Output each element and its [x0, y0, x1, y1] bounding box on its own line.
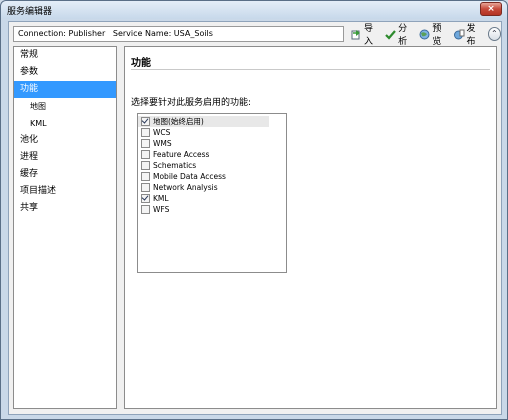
capability-label: Mobile Data Access: [153, 172, 226, 181]
page-title: 功能: [131, 58, 151, 69]
checkbox-wms[interactable]: [141, 139, 150, 148]
import-button[interactable]: 导入: [351, 24, 380, 47]
capability-item-wfs[interactable]: WFS: [138, 204, 286, 215]
checkbox-feature-access[interactable]: [141, 150, 150, 159]
capabilities-list: 地图(始终启用) WCS WMS Feature Access Schemati…: [137, 113, 287, 273]
connection-field[interactable]: Connection: Publisher Service Name: USA_…: [13, 26, 344, 42]
sidebar: 常规 参数 功能 地图 KML 池化 进程 缓存 项目描述 共享: [13, 46, 117, 409]
checkbox-network-analysis[interactable]: [141, 183, 150, 192]
analyze-button[interactable]: 分析: [385, 24, 414, 47]
sidebar-item-kml[interactable]: KML: [14, 115, 116, 132]
capability-item-mobile-data-access[interactable]: Mobile Data Access: [138, 171, 286, 182]
publish-label: 发布: [466, 24, 476, 47]
title-bar[interactable]: 服务编辑器 ×: [1, 1, 507, 19]
sidebar-item-map[interactable]: 地图: [14, 98, 116, 115]
capabilities-prompt: 选择要针对此服务启用的功能:: [131, 98, 252, 108]
preview-label: 预览: [432, 24, 442, 47]
sidebar-item-capabilities[interactable]: 功能: [14, 81, 116, 98]
sidebar-item-pooling[interactable]: 池化: [14, 132, 116, 149]
heading-divider: [131, 69, 490, 70]
capability-label: Network Analysis: [153, 183, 218, 192]
capability-item-map[interactable]: 地图(始终启用): [138, 116, 269, 127]
checkbox-wfs[interactable]: [141, 205, 150, 214]
analyze-label: 分析: [398, 24, 408, 47]
checkbox-kml[interactable]: [141, 194, 150, 203]
checkbox-wcs[interactable]: [141, 128, 150, 137]
checkbox-schematics[interactable]: [141, 161, 150, 170]
checkbox-mobile-data-access[interactable]: [141, 172, 150, 181]
capability-item-wms[interactable]: WMS: [138, 138, 286, 149]
window-title: 服务编辑器: [7, 7, 53, 17]
capability-label: WCS: [153, 128, 171, 137]
publish-icon: [453, 29, 465, 40]
import-icon: [351, 29, 362, 40]
sidebar-item-processes[interactable]: 进程: [14, 149, 116, 166]
checkmark-icon: [385, 29, 397, 40]
capability-item-network-analysis[interactable]: Network Analysis: [138, 182, 286, 193]
capability-label: WMS: [153, 139, 172, 148]
preview-button[interactable]: 预览: [419, 24, 448, 47]
capability-label: WFS: [153, 205, 170, 214]
toolbar: 导入 分析 预览 发布 ⌃: [351, 24, 501, 47]
checkbox-map[interactable]: [141, 117, 150, 126]
sidebar-item-item-description[interactable]: 项目描述: [14, 183, 116, 200]
publish-button[interactable]: 发布: [453, 24, 483, 47]
import-label: 导入: [364, 24, 374, 47]
capability-label: 地图(始终启用): [153, 117, 204, 126]
capability-item-feature-access[interactable]: Feature Access: [138, 149, 286, 160]
client-area: Connection: Publisher Service Name: USA_…: [8, 21, 502, 415]
capability-item-kml[interactable]: KML: [138, 193, 286, 204]
capability-item-schematics[interactable]: Schematics: [138, 160, 286, 171]
sidebar-item-general[interactable]: 常规: [14, 47, 116, 64]
collapse-button[interactable]: ⌃: [487, 27, 501, 41]
sidebar-item-sharing[interactable]: 共享: [14, 200, 116, 217]
capability-label: KML: [153, 194, 169, 203]
capability-item-wcs[interactable]: WCS: [138, 127, 286, 138]
service-editor-window: 服务编辑器 × Connection: Publisher Service Na…: [0, 0, 508, 420]
capability-label: Feature Access: [153, 150, 210, 159]
sidebar-item-caching[interactable]: 缓存: [14, 166, 116, 183]
sidebar-item-parameters[interactable]: 参数: [14, 64, 116, 81]
capabilities-panel: 功能 选择要针对此服务启用的功能: 地图(始终启用) WCS WMS Featu…: [124, 46, 497, 409]
preview-icon: [419, 29, 430, 40]
close-button[interactable]: ×: [480, 2, 502, 16]
capability-label: Schematics: [153, 161, 197, 170]
